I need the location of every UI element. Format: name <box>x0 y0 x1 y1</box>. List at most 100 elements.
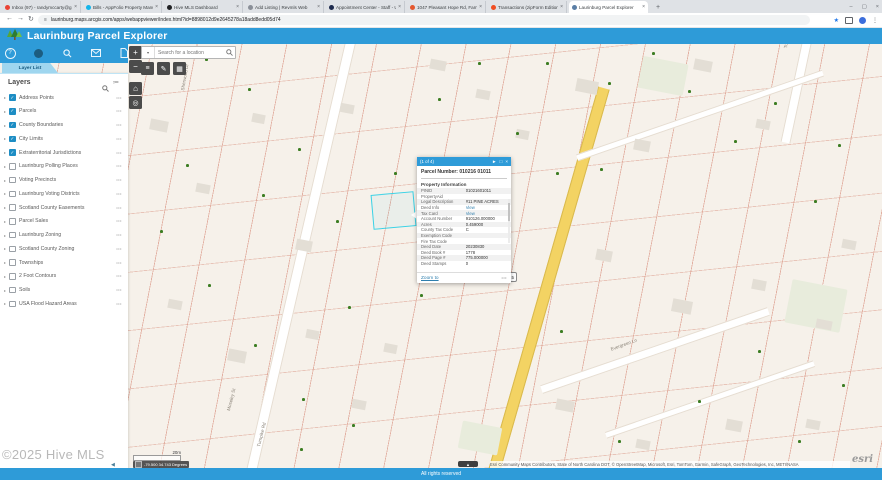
forward-button[interactable]: → <box>17 15 24 22</box>
layer-checkbox[interactable] <box>9 259 16 266</box>
layer-checkbox[interactable] <box>9 231 16 239</box>
bottom-panel-toggle[interactable]: ▲ <box>458 461 478 467</box>
measurement-icon[interactable] <box>32 47 44 59</box>
layer-row-city-limits[interactable]: ▸ ✓ City Limits ••• <box>0 132 128 145</box>
layer-row-extraterritorial-jurisdictions[interactable]: ▸ ✓ Extraterritorial Jurisdictions ••• <box>0 146 128 159</box>
draw-button[interactable]: ✎ <box>157 62 170 75</box>
browser-menu-icon[interactable]: ⋮ <box>872 17 878 24</box>
tab-close-icon[interactable]: × <box>398 4 401 10</box>
tab-close-icon[interactable]: × <box>317 4 320 10</box>
browser-tab[interactable]: Hive MLS Dashboard × <box>164 1 243 13</box>
basemap-gallery-button[interactable]: ▦ <box>173 62 186 75</box>
legend-button[interactable]: ≡ <box>141 62 154 75</box>
reload-button[interactable]: ↻ <box>28 15 34 23</box>
layer-checkbox[interactable] <box>9 286 16 294</box>
panel-collapse-icon[interactable]: ◀ <box>111 462 115 468</box>
share-icon[interactable] <box>90 47 102 59</box>
popup-close-icon[interactable]: × <box>505 159 508 164</box>
browser-tab[interactable]: 1047 Pleasant Hope Rd, Farm... × <box>407 1 486 13</box>
layer-menu-icon[interactable]: ••• <box>116 274 122 278</box>
info-icon[interactable]: ? <box>4 47 16 59</box>
layers-filter-icon[interactable]: ≔ <box>113 79 119 86</box>
coordinate-icon[interactable] <box>135 461 142 468</box>
layer-menu-icon[interactable]: ••• <box>116 302 122 306</box>
layer-menu-icon[interactable]: ••• <box>116 206 122 210</box>
layer-menu-icon[interactable]: ••• <box>116 233 122 237</box>
side-panel-icon[interactable] <box>845 16 853 24</box>
layer-row-usa-flood-hazard-areas[interactable]: ▸ USA Flood Hazard Areas ••• <box>0 297 128 310</box>
window-minimize-button[interactable]: – <box>850 4 853 10</box>
search-input[interactable] <box>155 47 223 58</box>
layer-menu-icon[interactable]: ••• <box>116 123 122 127</box>
browser-tab[interactable]: Add Listing | Revmls Web × <box>245 1 324 13</box>
layer-checkbox[interactable] <box>9 176 16 184</box>
layer-row-scotland-county-easements[interactable]: ▸ Scotland County Easements ••• <box>0 201 128 214</box>
layer-menu-icon[interactable]: ••• <box>116 137 122 141</box>
layer-row-parcel-sales[interactable]: ▸ Parcel Sales ••• <box>0 215 128 228</box>
popup-next-icon[interactable]: ► <box>492 159 497 164</box>
tab-close-icon[interactable]: × <box>642 4 645 10</box>
layer-checkbox[interactable] <box>9 204 16 211</box>
browser-tab[interactable]: Appointment Center - Staff - U... × <box>326 1 405 13</box>
address-bar[interactable]: ≡ laurinburg.maps.arcgis.com/apps/webapp… <box>38 15 810 25</box>
browser-tab[interactable]: Laurinburg Parcel Explorer × <box>569 1 648 13</box>
field-value[interactable]: View <box>466 211 507 216</box>
my-location-button[interactable]: ◎ <box>129 96 142 109</box>
tab-close-icon[interactable]: × <box>236 4 239 10</box>
new-tab-button[interactable]: + <box>653 2 663 12</box>
tab-close-icon[interactable]: × <box>155 4 158 10</box>
layer-menu-icon[interactable]: ••• <box>116 261 122 265</box>
layer-menu-icon[interactable]: ••• <box>116 219 122 223</box>
layer-checkbox[interactable]: ✓ <box>9 121 16 129</box>
browser-tab[interactable]: Bills - AppFolio Property Manu... × <box>83 1 162 13</box>
popup-maximize-icon[interactable]: □ <box>500 159 503 164</box>
browser-tab[interactable]: Inbox (97) - randymccarty@g... × <box>2 1 81 13</box>
layer-menu-icon[interactable]: ••• <box>116 288 122 292</box>
bookmark-star-icon[interactable]: ★ <box>834 17 839 24</box>
layer-row-county-boundaries[interactable]: ▸ ✓ County Boundaries ••• <box>0 119 128 132</box>
layer-menu-icon[interactable]: ••• <box>116 164 122 168</box>
window-close-button[interactable]: × <box>876 4 879 10</box>
zoom-to-link[interactable]: Zoom to <box>421 276 439 281</box>
layer-menu-icon[interactable]: ••• <box>116 192 122 196</box>
layer-menu-icon[interactable]: ••• <box>116 151 122 155</box>
popup-more-icon[interactable]: ••• <box>502 276 508 280</box>
tab-close-icon[interactable]: × <box>560 4 563 10</box>
back-button[interactable]: ← <box>6 15 13 22</box>
layer-row-soils[interactable]: ▸ Soils ••• <box>0 284 128 297</box>
window-maximize-button[interactable]: ▢ <box>862 4 867 10</box>
layer-checkbox[interactable]: ✓ <box>9 135 16 142</box>
layer-row-voting-precincts[interactable]: ▸ Voting Precincts ••• <box>0 174 128 187</box>
layer-row-scotland-county-zoning[interactable]: ▸ Scotland County Zoning ••• <box>0 242 128 255</box>
layer-row-laurinburg-voting-districts[interactable]: ▸ Laurinburg Voting Districts ••• <box>0 187 128 200</box>
browser-tab[interactable]: Transactions (zipForm Edition) × <box>488 1 567 13</box>
layer-checkbox[interactable] <box>9 190 16 197</box>
layer-checkbox[interactable] <box>9 273 16 280</box>
layer-menu-icon[interactable]: ••• <box>116 109 122 113</box>
layer-checkbox[interactable] <box>9 218 16 225</box>
tab-close-icon[interactable]: × <box>479 4 482 10</box>
tab-close-icon[interactable]: × <box>74 4 77 10</box>
field-value[interactable]: View <box>466 205 507 210</box>
site-info-icon[interactable]: ≡ <box>44 17 47 23</box>
layer-checkbox[interactable] <box>9 163 16 170</box>
search-icon[interactable] <box>223 47 235 58</box>
layer-row-parcels[interactable]: ▸ ✓ Parcels ••• <box>0 105 128 118</box>
layer-row-2-foot-contours[interactable]: ▸ 2 Foot Contours ••• <box>0 270 128 283</box>
layer-menu-icon[interactable]: ••• <box>116 247 122 251</box>
search-widget-icon[interactable] <box>61 47 73 59</box>
document-icon[interactable] <box>118 47 130 59</box>
popup-scrollbar[interactable] <box>508 199 510 243</box>
search-source-dropdown[interactable]: ▼ <box>142 47 155 58</box>
layer-row-townships[interactable]: ▸ Townships ••• <box>0 256 128 269</box>
layer-checkbox[interactable]: ✓ <box>9 108 16 115</box>
home-button[interactable]: ⌂ <box>129 82 142 95</box>
layer-row-laurinburg-polling-places[interactable]: ▸ Laurinburg Polling Places ••• <box>0 160 128 173</box>
layer-row-address-points[interactable]: ▸ ✓ Address Points ••• <box>0 91 128 104</box>
layer-checkbox[interactable] <box>9 300 16 307</box>
selected-parcel-highlight[interactable] <box>370 191 417 230</box>
layer-list-tab[interactable]: Layer List <box>2 63 58 73</box>
profile-avatar[interactable] <box>859 16 866 24</box>
layer-menu-icon[interactable]: ••• <box>116 178 122 182</box>
layer-row-laurinburg-zoning[interactable]: ▸ Laurinburg Zoning ••• <box>0 229 128 242</box>
